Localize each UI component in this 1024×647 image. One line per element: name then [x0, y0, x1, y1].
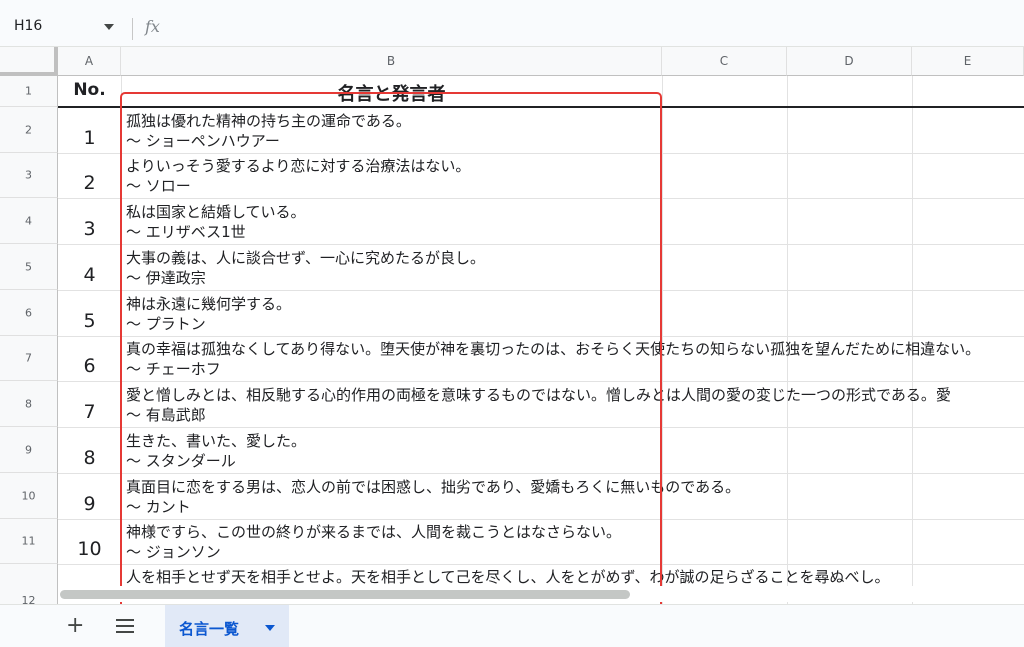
cell-no[interactable]: 10: [58, 538, 121, 560]
cell-no[interactable]: 2: [58, 172, 121, 194]
cell-speaker[interactable]: 〜 カント: [126, 497, 191, 517]
row-header[interactable]: 2: [0, 107, 58, 153]
cell-quote[interactable]: 孤独は優れた精神の持ち主の運命である。: [126, 111, 411, 131]
row-header[interactable]: 8: [0, 381, 58, 427]
gridline: [58, 381, 1024, 382]
row-header[interactable]: 4: [0, 198, 58, 244]
sheet-tabs-bar: + 名言一覧: [0, 604, 1024, 647]
row-header[interactable]: 6: [0, 290, 58, 336]
header-cell-no[interactable]: No.: [58, 80, 121, 100]
cell-speaker[interactable]: 〜 チェーホフ: [126, 359, 221, 379]
column-header-b[interactable]: B: [121, 47, 662, 76]
cell-quote[interactable]: 神は永遠に幾何学する。: [126, 294, 291, 314]
cell-speaker[interactable]: 〜 エリザベス1世: [126, 222, 246, 242]
column-header-c[interactable]: C: [662, 47, 787, 76]
row-header[interactable]: 10: [0, 473, 58, 519]
cell-no[interactable]: 1: [58, 127, 121, 149]
cell-speaker[interactable]: 〜 プラトン: [126, 314, 206, 334]
fx-icon: fx: [145, 17, 160, 36]
hamburger-menu-icon[interactable]: [116, 619, 134, 633]
gridline: [58, 198, 1024, 199]
chevron-down-icon[interactable]: [104, 24, 114, 30]
gridline: [58, 153, 1024, 154]
cell-no[interactable]: 7: [58, 401, 121, 423]
header-cell-quote[interactable]: 名言と発言者: [121, 80, 662, 106]
gridline: [58, 244, 1024, 245]
cell-speaker[interactable]: 〜 伊達政宗: [126, 268, 206, 288]
gridline: [58, 336, 1024, 337]
spreadsheet-grid[interactable]: A B C D E 1 2 3 4 5 6 7 8 9 10 11 12 No.…: [0, 47, 1024, 604]
sheet-tab-label: 名言一覧: [179, 620, 240, 638]
row-header[interactable]: 7: [0, 336, 58, 381]
cell-no[interactable]: 5: [58, 310, 121, 332]
cell-speaker[interactable]: 〜 ジョンソン: [126, 542, 221, 562]
cell-quote[interactable]: 大事の義は、人に談合せず、一心に究めたるが良し。: [126, 248, 485, 268]
gridline: [58, 519, 1024, 520]
cell-speaker[interactable]: 〜 有島武郎: [126, 405, 206, 425]
cell-no[interactable]: 6: [58, 355, 121, 377]
gridline: [58, 427, 1024, 428]
chevron-down-icon[interactable]: [265, 625, 275, 631]
row-header[interactable]: 9: [0, 427, 58, 473]
header-bottom-border: [58, 106, 1024, 108]
row-header[interactable]: 5: [0, 244, 58, 290]
cell-no[interactable]: 3: [58, 218, 121, 240]
column-header-e[interactable]: E: [912, 47, 1024, 76]
cell-no[interactable]: 9: [58, 493, 121, 515]
cell-quote[interactable]: 真面目に恋をする男は、恋人の前では困惑し、拙劣であり、愛嬌もろくに無いものである…: [126, 477, 740, 497]
formula-bar-divider: [132, 18, 133, 40]
cell-no[interactable]: 8: [58, 447, 121, 469]
row-header[interactable]: 12: [0, 564, 58, 604]
gridline: [58, 290, 1024, 291]
cell-quote[interactable]: 神様ですら、この世の終りが来るまでは、人間を裁こうとはなさらない。: [126, 522, 621, 542]
sheet-tab-active[interactable]: 名言一覧: [165, 605, 289, 647]
cell-no[interactable]: 4: [58, 264, 121, 286]
column-header-a[interactable]: A: [58, 47, 121, 76]
gridline: [58, 473, 1024, 474]
horizontal-scrollbar-thumb[interactable]: [60, 590, 630, 599]
column-header-d[interactable]: D: [787, 47, 912, 76]
cell-speaker[interactable]: 〜 ソロー: [126, 176, 191, 196]
cell-quote[interactable]: 生きた、書いた、愛した。: [126, 431, 306, 451]
row-header[interactable]: 1: [0, 76, 58, 107]
cell-speaker[interactable]: 〜 ショーペンハウアー: [126, 131, 280, 151]
gridline: [58, 564, 1024, 565]
row-header[interactable]: 3: [0, 153, 58, 198]
cell-quote[interactable]: 私は国家と結婚している。: [126, 202, 306, 222]
cell-quote[interactable]: よりいっそう愛するより恋に対する治療法はない。: [126, 156, 470, 176]
cell-quote[interactable]: 人を相手とせず天を相手とせよ。天を相手として己を尽くし、人をとがめず、わが誠の足…: [126, 567, 890, 587]
select-all-corner[interactable]: [0, 47, 58, 76]
formula-bar: H16 fx: [0, 0, 1024, 47]
cell-speaker[interactable]: 〜 スタンダール: [126, 451, 236, 471]
gridline: [121, 76, 122, 604]
cell-quote[interactable]: 愛と憎しみとは、相反馳する心的作用の両極を意味するものではない。憎しみとは人間の…: [126, 385, 951, 405]
cell-quote[interactable]: 真の幸福は孤独なくしてあり得ない。堕天使が神を裏切ったのは、おそらく天使たちの知…: [126, 339, 980, 359]
plus-icon[interactable]: +: [66, 615, 84, 637]
row-header[interactable]: 11: [0, 519, 58, 564]
